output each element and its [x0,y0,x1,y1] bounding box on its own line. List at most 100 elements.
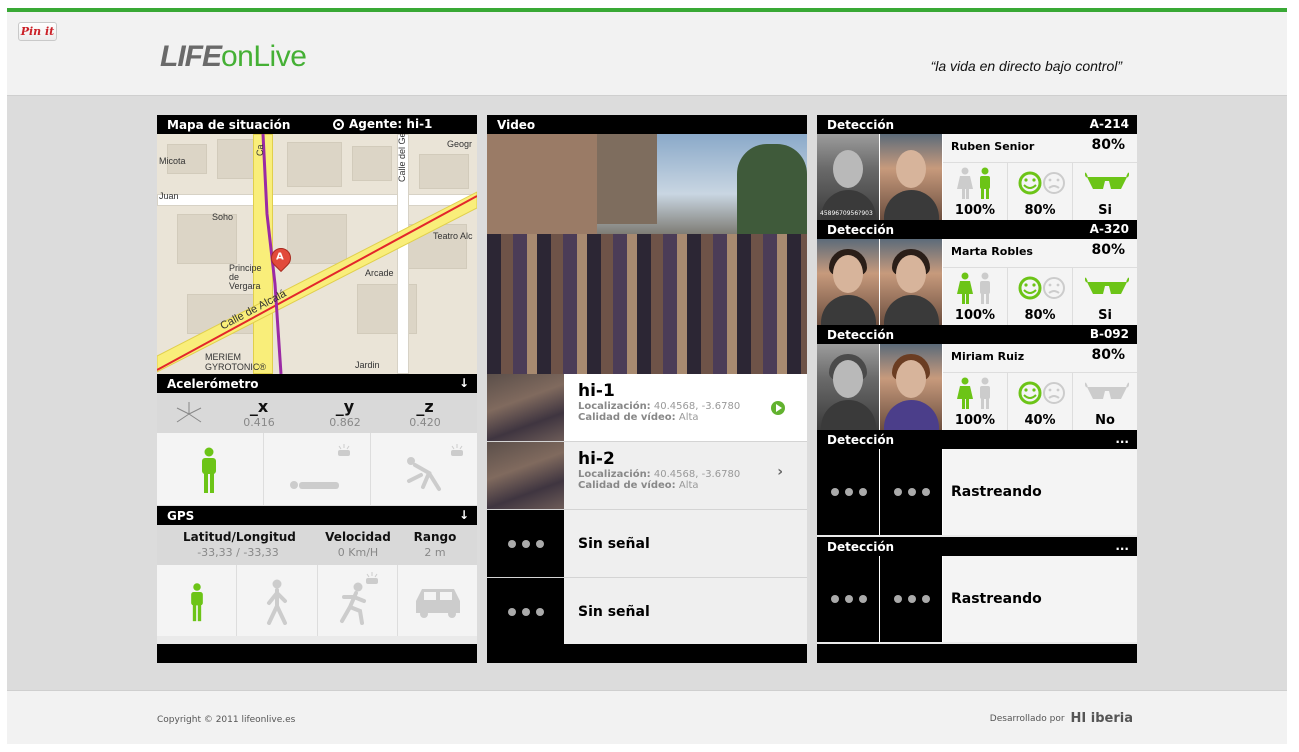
accelerometer-states [157,433,477,506]
chevron-right-icon[interactable]: › [777,464,783,480]
match-percent: 80% [1091,347,1125,363]
gps-title-bar[interactable]: GPS ↓ [157,506,477,525]
gps-state-running[interactable] [318,565,398,636]
map-view[interactable]: Micota Juan Soho Principe de Vergara Arc… [157,134,477,374]
mood-icon [1018,381,1065,405]
video-player[interactable] [487,134,807,374]
glasses-value: No [1095,413,1115,428]
detection-title: Detección [827,327,895,342]
capture-photo [880,239,943,325]
logo-light: onLive [221,40,307,73]
mugshot [817,239,880,325]
lying-icon [290,444,350,489]
feed-name: hi-2 [578,449,615,469]
video-feed-row[interactable]: Sin señal [487,578,807,646]
video-panel: Video hi-1 Localización: 40.4568, -3.678… [487,115,807,663]
map-label: Juan [159,191,179,201]
gender-cell: 100% [943,163,1008,220]
map-label: Jardin [355,360,380,370]
glasses-value: Si [1098,308,1112,323]
gps-latlon: Latitud/Longitud -33,33 / -33,33 [183,530,296,559]
detection-entry[interactable]: 4589670956?903 Ruben Senior 80% 100% 80%… [817,134,1137,220]
footer: Copyright © 2011 lifeonlive.es Desarroll… [7,690,1287,744]
running-icon [339,572,378,625]
car-icon [415,589,460,618]
mood-icon [1018,276,1065,300]
accelerometer-title-bar[interactable]: Acelerómetro ↓ [157,374,477,393]
detection-title: Detección [827,432,895,447]
capture-photo [880,134,943,220]
person-name: Marta Robles [951,245,1033,258]
detection-entry[interactable]: Miriam Ruiz 80% 100% 40% No [817,344,1137,430]
gender-cell: 100% [943,268,1008,325]
empty-slot [817,449,880,535]
detection-title-bar: Detección A-320 [817,220,1137,239]
tracking-label: Rastreando [951,591,1042,607]
tagline: “la vida en directo bajo control” [930,58,1122,74]
tracking-entry[interactable]: Rastreando [817,556,1137,642]
play-icon[interactable] [771,401,785,415]
detection-title-bar: Detección ... [817,430,1137,449]
gender-icon [957,272,990,304]
map-label: Principe de Vergara [229,263,262,291]
gps-title: GPS [167,508,195,523]
gps-state-walking[interactable] [237,565,318,636]
state-lying[interactable] [264,433,371,505]
state-falling[interactable] [371,433,477,505]
arrow-down-icon[interactable]: ↓ [459,376,469,390]
mugshot-code: 4589670956?903 [820,210,873,217]
axes-icon [176,402,202,423]
detection-entry[interactable]: Marta Robles 80% 100% 80% Si [817,239,1137,325]
agent-label[interactable]: Agente: hi-1 [349,117,432,131]
developer-credit[interactable]: Desarrollado por HI iberia [990,711,1133,726]
state-standing[interactable] [157,433,264,505]
falling-icon [407,444,463,491]
gender-icon [957,377,990,409]
gps-range: Rango 2 m [413,530,457,559]
video-feed-row[interactable]: Sin señal [487,510,807,578]
tracking-entry[interactable]: Rastreando [817,449,1137,535]
map-title: Mapa de situación [167,117,291,132]
map-label: Teatro Alc [433,231,473,241]
video-thumbnail [487,578,564,645]
detection-panel: Detección A-214 4589670956?903 Ruben Sen… [817,115,1137,663]
mugshot [817,344,880,430]
logo-bold: LIFE [160,40,222,73]
gps-state-car[interactable] [398,565,477,636]
detection-title: Detección [827,539,895,554]
developed-by-label: Desarrollado por [989,713,1065,724]
map-label: MERIEM GYROTONIC® [205,352,266,372]
no-signal-label: Sin señal [578,603,650,620]
axis-y: _y 0.862 [329,397,361,429]
detection-title: Detección [827,117,895,132]
video-feed-row[interactable]: hi-1 Localización: 40.4568, -3.6780 Cali… [487,374,807,442]
map-label: Micota [159,156,186,166]
map-overlay [157,134,477,374]
capture-photo [880,344,943,430]
gps-values: Latitud/Longitud -33,33 / -33,33 Velocid… [157,525,477,565]
match-percent: 80% [1091,242,1125,258]
sunglasses-icon [1085,277,1129,294]
map-label: Geogr [447,139,473,149]
logo[interactable]: LIFE onLive [160,40,307,80]
video-thumbnail [487,442,564,509]
gender-value: 100% [954,203,996,218]
video-title-bar: Video [487,115,807,134]
gps-state-standing[interactable] [157,565,238,636]
video-feed-row[interactable]: hi-2 Localización: 40.4568, -3.6780 Cali… [487,442,807,510]
page-frame: Pin it LIFE onLive “la vida en directo b… [7,8,1287,744]
empty-slot [880,449,943,535]
detection-title-bar: Detección A-214 [817,115,1137,134]
mood-cell: 40% [1008,373,1073,430]
empty-slot [817,556,880,642]
axis-z: _z 0.420 [409,397,441,429]
tracking-label: Rastreando [951,484,1042,500]
gender-icon [957,167,990,199]
glasses-cell: No [1073,373,1137,430]
loading-dots-icon [880,556,942,642]
match-percent: 80% [1091,137,1125,153]
target-icon [333,118,344,130]
arrow-down-icon[interactable]: ↓ [459,508,469,522]
walking-icon [267,579,288,625]
pinit-button[interactable]: Pin it [18,22,57,41]
